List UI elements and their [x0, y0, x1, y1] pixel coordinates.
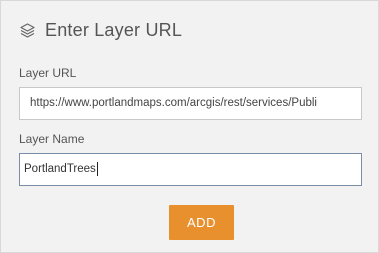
layer-name-input[interactable]: PortlandTrees — [19, 153, 362, 186]
text-caret — [96, 161, 98, 176]
layer-url-input[interactable]: https://www.portlandmaps.com/arcgis/rest… — [19, 87, 362, 120]
panel-title: Enter Layer URL — [45, 20, 183, 40]
add-button[interactable]: ADD — [169, 205, 234, 240]
panel-header: Enter Layer URL — [19, 20, 182, 41]
layer-url-value: https://www.portlandmaps.com/arcgis/rest… — [30, 97, 317, 109]
layer-name-value: PortlandTrees — [24, 163, 96, 175]
enter-layer-url-panel: Enter Layer URL Layer URL https://www.po… — [0, 0, 379, 253]
layer-url-label: Layer URL — [19, 66, 77, 80]
layer-name-label: Layer Name — [19, 132, 85, 146]
layers-icon — [19, 22, 36, 39]
